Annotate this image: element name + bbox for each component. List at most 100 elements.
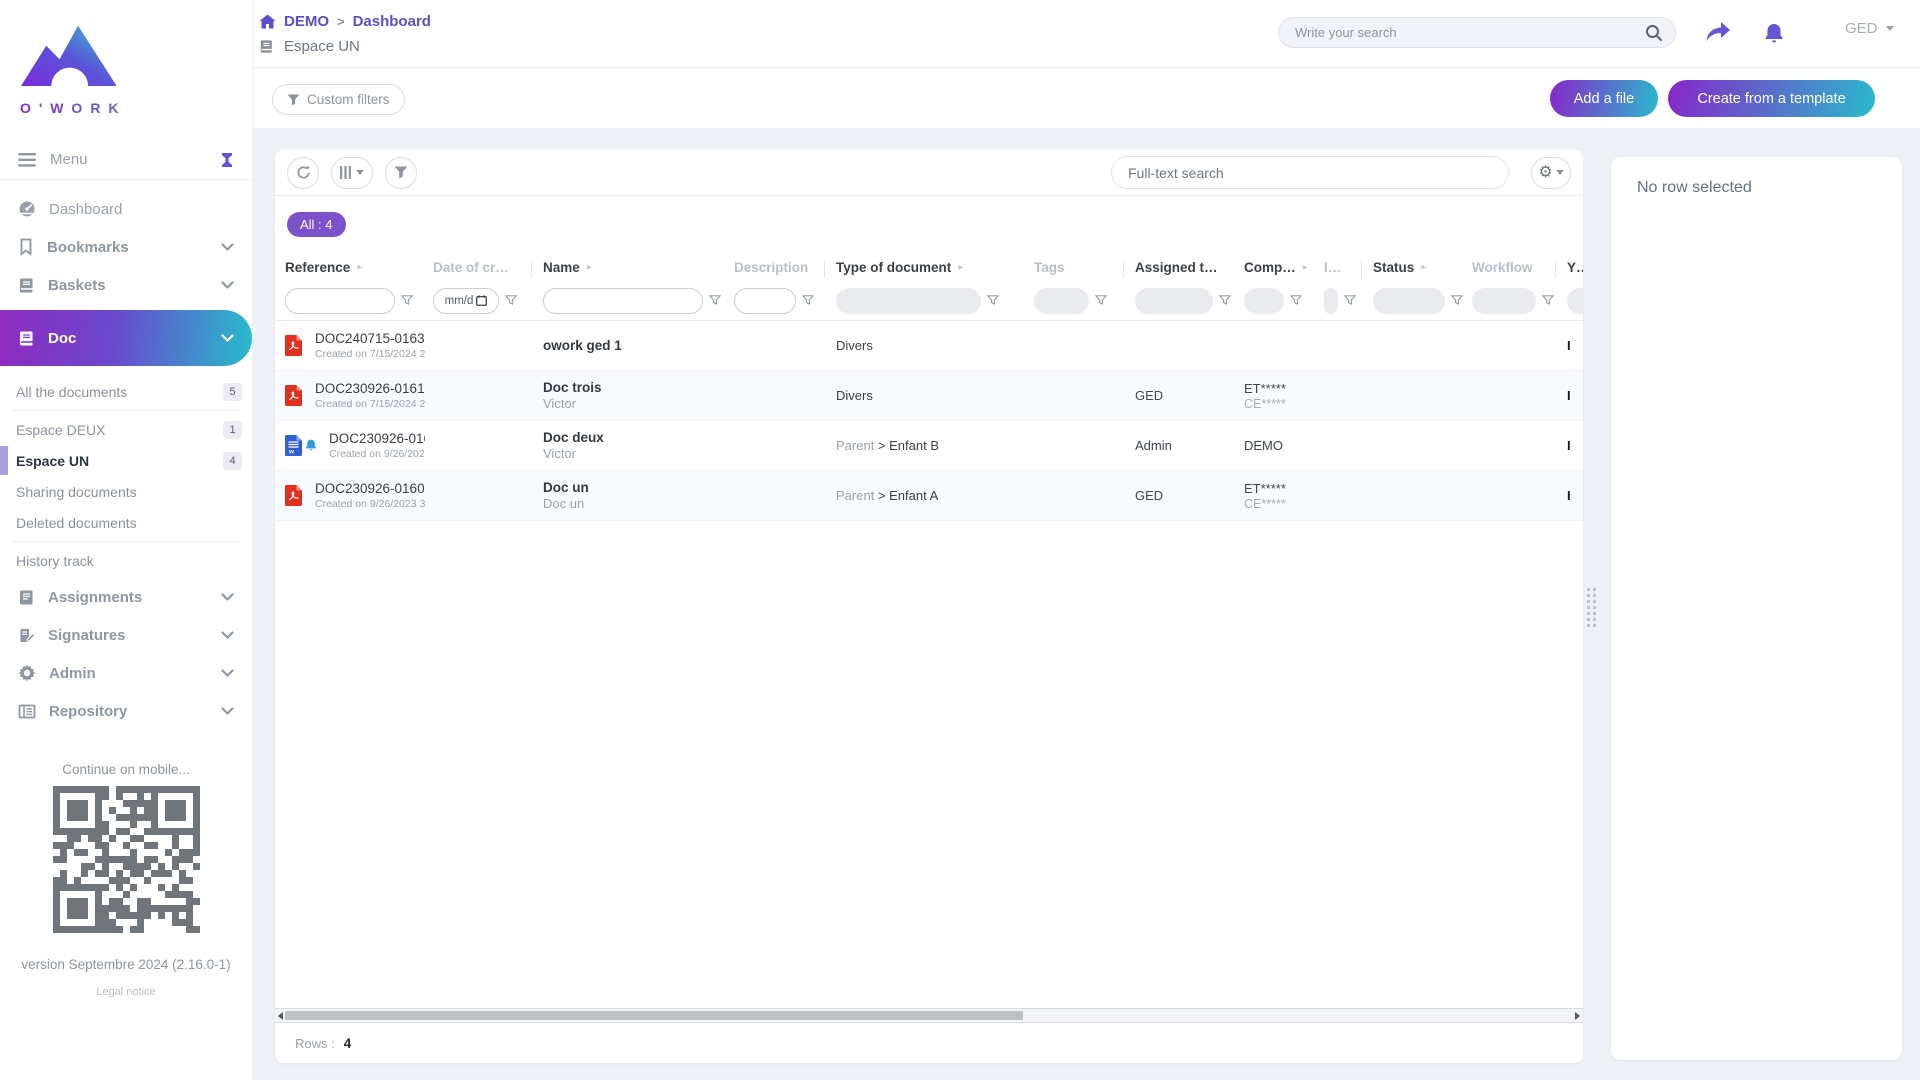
scroll-right-arrow-icon[interactable] (1575, 1012, 1580, 1020)
notifications-bell-icon[interactable] (1762, 22, 1786, 46)
custom-filters-button[interactable]: Custom filters (272, 84, 405, 115)
rows-label: Rows : (295, 1035, 335, 1051)
filter-status-select[interactable] (1373, 287, 1445, 314)
filter-icon[interactable] (709, 295, 721, 306)
legal-notice-link[interactable]: Legal notice (0, 986, 252, 998)
col-header-i[interactable]: I… (1324, 260, 1373, 278)
all-filter-badge[interactable]: All : 4 (287, 212, 346, 237)
account-menu[interactable]: GED (1845, 20, 1894, 37)
filter-description-input[interactable] (734, 287, 796, 314)
col-header-date[interactable]: Date of cr… (433, 260, 543, 278)
filter-icon[interactable] (1290, 295, 1302, 306)
sidebar-item-espace-un[interactable]: Espace UN 4 (0, 445, 252, 476)
filter-workflow-select[interactable] (1472, 287, 1536, 314)
sidebar-item-espace-deux[interactable]: Espace DEUX 1 (0, 414, 252, 445)
col-header-tags[interactable]: Tags (1034, 260, 1135, 278)
sidebar-item-deleted-documents[interactable]: Deleted documents (0, 507, 252, 538)
doc-assigned: Admin (1135, 438, 1172, 453)
sidebar-item-doc[interactable]: Doc (0, 310, 252, 366)
filter-name-input[interactable] (543, 287, 703, 314)
divider (253, 67, 1920, 68)
sort-icon: ▸ (357, 261, 363, 273)
scrollbar-thumb[interactable] (285, 1011, 1023, 1020)
sidebar-item-all-documents[interactable]: All the documents 5 (0, 376, 252, 407)
sidebar-item-bookmarks[interactable]: Bookmarks (0, 228, 252, 266)
sidebar-item-sharing-documents[interactable]: Sharing documents (0, 476, 252, 507)
breadcrumb-root[interactable]: DEMO (284, 13, 329, 30)
home-icon[interactable] (259, 14, 276, 29)
breadcrumb-page[interactable]: Dashboard (353, 13, 431, 30)
share-icon[interactable] (1705, 22, 1731, 44)
search-icon[interactable] (1645, 24, 1663, 42)
sidebar-item-admin[interactable]: Admin (0, 654, 252, 692)
scroll-left-arrow-icon[interactable] (278, 1012, 283, 1020)
sidebar-nav: Dashboard Bookmarks Baskets Doc All the … (0, 180, 252, 730)
filter-icon[interactable] (1344, 295, 1356, 306)
filter-icon[interactable] (1095, 295, 1107, 306)
filter-i-select[interactable] (1324, 287, 1338, 314)
add-file-button[interactable]: Add a file (1550, 80, 1658, 117)
table-footer: Rows : 4 (275, 1023, 1583, 1063)
table-row[interactable]: DOC240715-01630-0 Created on 7/15/2024 2… (275, 321, 1583, 371)
filter-reference-input[interactable] (285, 287, 395, 314)
notification-bell-icon (306, 439, 316, 450)
global-search-input[interactable] (1295, 25, 1645, 40)
horizontal-scrollbar[interactable] (275, 1008, 1583, 1023)
hamburger-icon (18, 152, 36, 167)
filter-icon[interactable] (802, 295, 814, 306)
sidebar-item-assignments[interactable]: Assignments (0, 578, 252, 616)
doc-created: Created on 9/26/2023 3:09:45 AM (329, 448, 425, 460)
pin-icon[interactable] (220, 152, 234, 168)
doc-book-icon (20, 331, 33, 345)
brand-name: O'WORK (16, 100, 252, 116)
space-book-icon (260, 40, 272, 53)
panel-resize-handle[interactable] (1587, 588, 1596, 627)
col-header-type[interactable]: Type of document ▸ (836, 260, 1034, 275)
col-header-workflow[interactable]: Workflow (1472, 260, 1567, 278)
sidebar: O'WORK Menu Dashboard Bookmarks Baskets … (0, 0, 253, 1080)
filter-y-select[interactable] (1567, 287, 1583, 314)
col-header-y[interactable]: Y… (1567, 260, 1583, 275)
gear-icon: ⚙ (1538, 163, 1553, 181)
col-header-reference[interactable]: Reference ▸ (285, 260, 433, 275)
table-row[interactable]: DOC230926-01610-3 Created on 7/15/2024 2… (275, 371, 1583, 421)
chevron-down-icon (1885, 26, 1894, 31)
filters-button[interactable] (385, 156, 417, 189)
sidebar-item-dashboard[interactable]: Dashboard (0, 190, 252, 228)
col-header-description[interactable]: Description (734, 260, 836, 278)
fulltext-search-input[interactable] (1128, 164, 1492, 181)
chevron-down-icon (221, 280, 234, 289)
doc-assigned: GED (1135, 388, 1164, 403)
table-toolbar: ⚙ (275, 150, 1583, 196)
col-header-status[interactable]: Status ▸ (1373, 260, 1472, 275)
sidebar-item-repository[interactable]: Repository (0, 692, 252, 730)
table-row[interactable]: DOC230926-01608-0 Created on 9/26/2023 3… (275, 471, 1583, 521)
col-header-name[interactable]: Name ▸ (543, 260, 734, 275)
create-from-template-button[interactable]: Create from a template (1668, 80, 1875, 117)
filter-badge-row: All : 4 (275, 196, 1583, 253)
table-row[interactable]: w DOC230926-01609-0 Created on 9/26/2023… (275, 421, 1583, 471)
filter-icon[interactable] (987, 295, 999, 306)
menu-toggle[interactable]: Menu (0, 140, 252, 180)
columns-button[interactable] (331, 156, 373, 189)
filter-icon[interactable] (401, 295, 413, 306)
sidebar-item-baskets[interactable]: Baskets (0, 266, 252, 304)
filter-icon[interactable] (1219, 295, 1231, 306)
filter-type-select[interactable] (836, 287, 981, 314)
col-header-assigned[interactable]: Assigned t… (1135, 260, 1244, 275)
filter-icon[interactable] (1542, 295, 1554, 306)
col-header-company[interactable]: Comp… ▸ (1244, 260, 1324, 275)
doc-company-sub: CE***** (1244, 396, 1286, 411)
filter-icon (287, 93, 300, 106)
filter-assigned-select[interactable] (1135, 287, 1213, 314)
refresh-button[interactable] (287, 156, 319, 189)
sidebar-item-signatures[interactable]: Signatures (0, 616, 252, 654)
filter-icon[interactable] (505, 295, 517, 306)
filter-company-select[interactable] (1244, 287, 1284, 314)
table-settings-button[interactable]: ⚙ (1531, 156, 1571, 189)
filter-date-input[interactable]: mm/d (433, 287, 499, 314)
filter-icon[interactable] (1451, 295, 1463, 306)
filter-tags-select[interactable] (1034, 287, 1089, 314)
sidebar-item-history-track[interactable]: History track (0, 545, 252, 576)
documents-table-card: ⚙ All : 4 Reference▸ Date of cr… Name▸ D… (275, 150, 1583, 1063)
